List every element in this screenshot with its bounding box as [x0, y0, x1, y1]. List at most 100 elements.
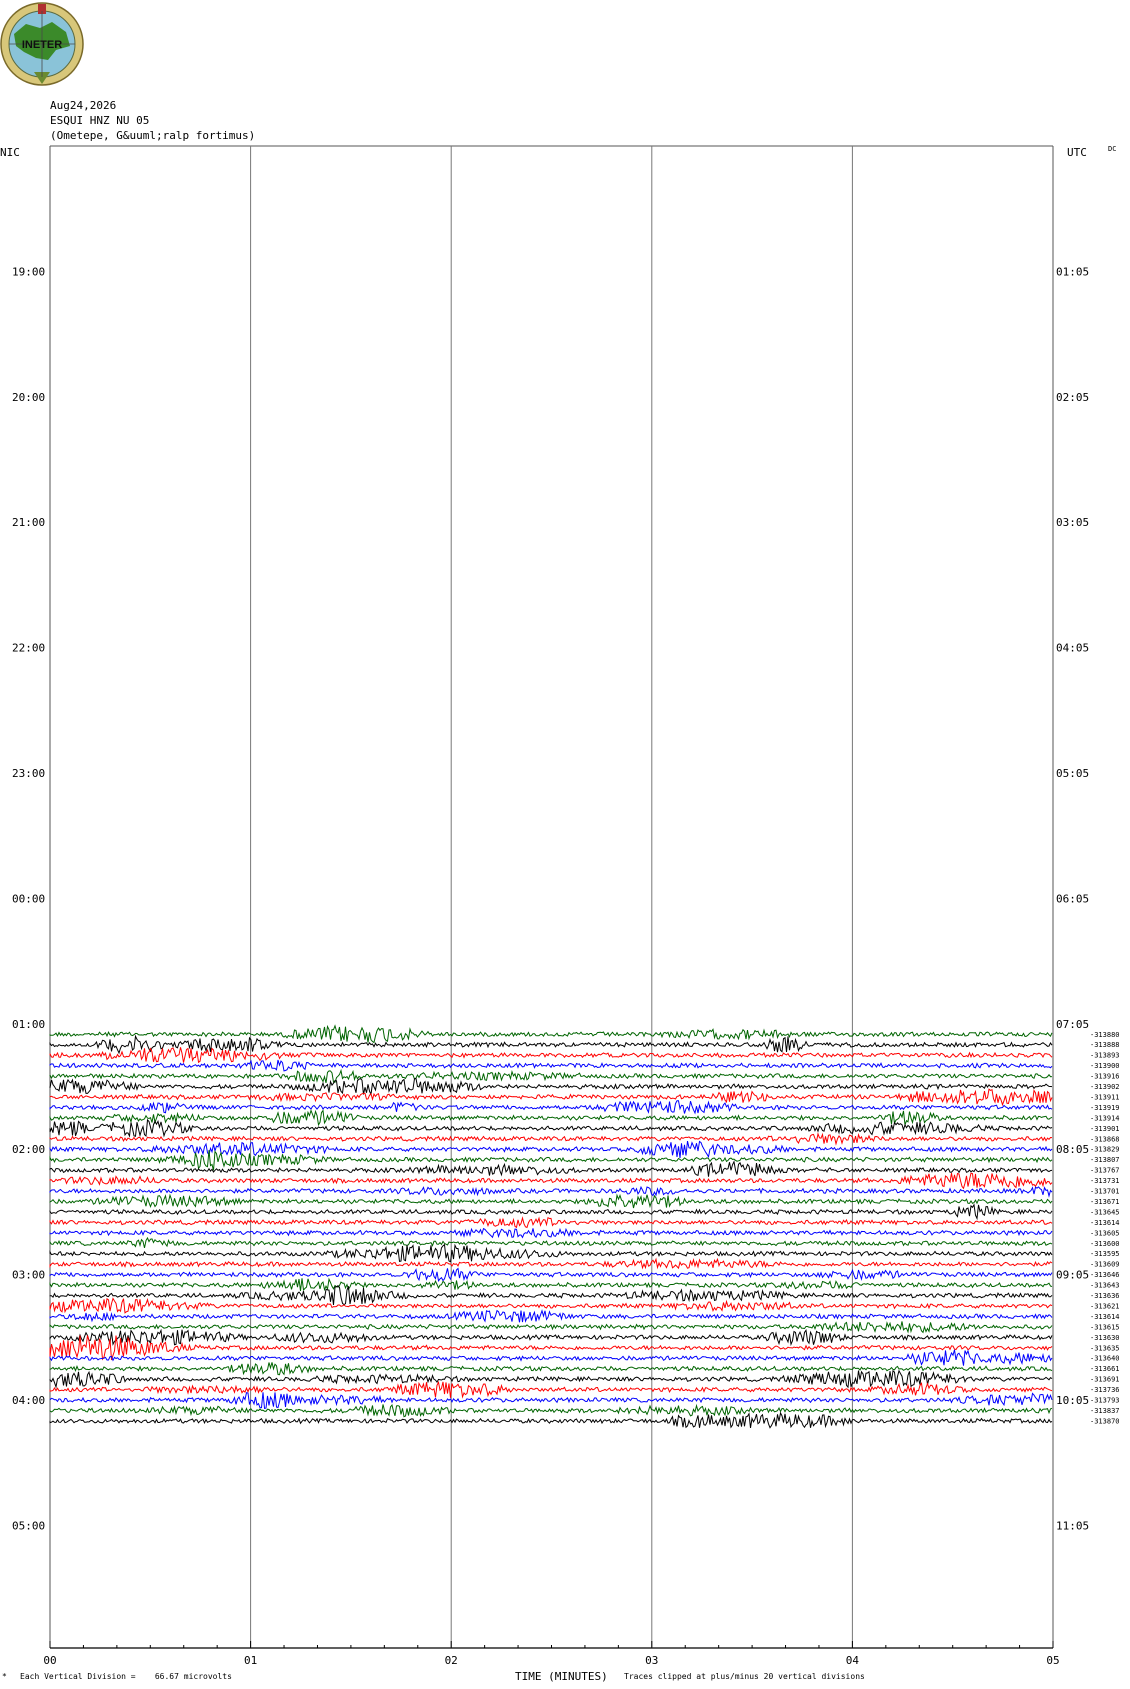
trace-offset-label: -313614 — [1090, 1219, 1120, 1227]
trace-offset-label: -313609 — [1090, 1261, 1120, 1269]
trace-offset-label: -313701 — [1090, 1188, 1120, 1196]
seismic-trace — [49, 1132, 1053, 1146]
trace-offset-label: -313605 — [1090, 1229, 1120, 1237]
trace-offset-label: -313900 — [1090, 1062, 1120, 1070]
seismic-trace — [49, 1203, 1053, 1221]
trace-offset-label: -313793 — [1090, 1397, 1120, 1405]
seismic-trace — [49, 1100, 1053, 1115]
right-hour-label: 04:05 — [1056, 642, 1089, 655]
right-hour-label: 10:05 — [1056, 1394, 1089, 1407]
seismic-trace — [49, 1140, 1053, 1159]
seismic-trace — [49, 1328, 1053, 1347]
trace-offset-label: -313736 — [1090, 1386, 1120, 1394]
x-tick-label: 03 — [645, 1654, 658, 1667]
trace-offset-label: -313731 — [1090, 1177, 1120, 1185]
seismic-trace — [49, 1403, 1053, 1418]
trace-offset-label: -313640 — [1090, 1355, 1120, 1363]
left-hour-label: 02:00 — [12, 1143, 45, 1156]
trace-offset-label: -313880 — [1090, 1031, 1120, 1039]
seismic-trace — [49, 1392, 1053, 1409]
seismogram-plot: 00 01 02 03 04 05 19:00 20:00 21:00 22:00 23:00 00:… — [12, 145, 1120, 1667]
trace-offset-label: -313661 — [1090, 1365, 1120, 1373]
x-tick-label: 01 — [244, 1654, 257, 1667]
trace-offset-label: -313919 — [1090, 1104, 1120, 1112]
seismic-trace — [49, 1216, 1053, 1229]
trace-offset-label: -313916 — [1090, 1073, 1120, 1081]
seismic-trace — [49, 1267, 1053, 1282]
seismic-trace — [49, 1277, 1053, 1292]
trace-offset-label: -313621 — [1090, 1302, 1120, 1310]
right-hour-label: 05:05 — [1056, 767, 1089, 780]
trace-offset-label: -313914 — [1090, 1114, 1120, 1122]
trace-offset-label: -313868 — [1090, 1135, 1120, 1143]
x-tick-label: 05 — [1046, 1654, 1059, 1667]
seismic-trace — [49, 1118, 1053, 1138]
seismic-trace — [49, 1172, 1053, 1190]
trace-offset-label: -313635 — [1090, 1344, 1120, 1352]
trace-offset-label: -313893 — [1090, 1052, 1120, 1060]
right-hour-label: 09:05 — [1056, 1269, 1089, 1282]
seismic-trace — [49, 1321, 1053, 1334]
left-hour-label: 04:00 — [12, 1394, 45, 1407]
footer-corner-mark: * — [2, 1672, 7, 1681]
right-hour-label: 01:05 — [1056, 265, 1089, 278]
seismic-trace — [49, 1108, 1053, 1127]
seismic-trace — [49, 1335, 1053, 1361]
left-hour-label: 21:00 — [12, 516, 45, 529]
trace-offset-label: -313671 — [1090, 1198, 1120, 1206]
seismic-trace — [49, 1088, 1053, 1107]
seismic-trace — [49, 1077, 1053, 1097]
trace-offset-label: -313902 — [1090, 1083, 1120, 1091]
trace-offset-label: -313630 — [1090, 1334, 1120, 1342]
seismic-trace — [49, 1034, 1053, 1055]
trace-offset-label: -313807 — [1090, 1156, 1120, 1164]
scale-note: Each Vertical Division = 66.67 microvolt… — [20, 1672, 232, 1681]
left-hour-label: 05:00 — [12, 1519, 45, 1532]
left-hour-label: 19:00 — [12, 265, 45, 278]
seismic-trace — [49, 1243, 1053, 1263]
seismic-trace — [49, 1285, 1053, 1306]
seismic-trace — [49, 1047, 1053, 1064]
left-hour-label: 20:00 — [12, 391, 45, 404]
right-hour-label: 06:05 — [1056, 892, 1089, 905]
trace-offset-label: -313837 — [1090, 1407, 1120, 1415]
right-hour-label: 03:05 — [1056, 516, 1089, 529]
seismic-trace — [49, 1257, 1053, 1270]
trace-offset-label: -313767 — [1090, 1167, 1120, 1175]
seismic-trace — [49, 1369, 1053, 1389]
trace-offset-label: -313615 — [1090, 1323, 1120, 1331]
trace-offset-label: -313888 — [1090, 1041, 1120, 1049]
left-hour-label: 01:00 — [12, 1018, 45, 1031]
x-tick-label: 00 — [43, 1654, 56, 1667]
seismic-trace — [49, 1309, 1053, 1323]
seismic-trace — [49, 1185, 1053, 1198]
trace-offset-label: -313600 — [1090, 1240, 1120, 1248]
x-tick-label: 04 — [846, 1654, 860, 1667]
right-hour-label: 02:05 — [1056, 391, 1089, 404]
left-hour-label: 03:00 — [12, 1269, 45, 1282]
x-tick-label: 02 — [445, 1654, 458, 1667]
right-hour-label: 08:05 — [1056, 1143, 1089, 1156]
seismic-trace — [49, 1349, 1053, 1366]
left-hour-label: 22:00 — [12, 642, 45, 655]
trace-offset-label: -313643 — [1090, 1282, 1120, 1290]
x-axis-title: TIME (MINUTES) — [515, 1670, 608, 1683]
trace-offset-label: -313645 — [1090, 1208, 1120, 1216]
trace-offset-label: -313614 — [1090, 1313, 1120, 1321]
seismic-trace — [49, 1236, 1053, 1249]
seismic-trace — [49, 1362, 1053, 1376]
seismic-trace — [49, 1193, 1053, 1209]
trace-offset-label: -313901 — [1090, 1125, 1120, 1133]
trace-offset-label: -313595 — [1090, 1250, 1120, 1258]
trace-offset-label: -313646 — [1090, 1271, 1120, 1279]
seismic-trace — [49, 1380, 1053, 1399]
seismic-trace — [49, 1227, 1053, 1239]
seismic-trace — [49, 1150, 1053, 1171]
trace-offset-label: -313691 — [1090, 1376, 1120, 1384]
seismic-trace — [49, 1068, 1053, 1084]
clip-note: Traces clipped at plus/minus 20 vertical… — [624, 1672, 865, 1681]
trace-offset-label: -313911 — [1090, 1093, 1120, 1101]
seismic-trace — [49, 1411, 1053, 1429]
trace-offset-label: -313829 — [1090, 1146, 1120, 1154]
left-hour-label: 23:00 — [12, 767, 45, 780]
